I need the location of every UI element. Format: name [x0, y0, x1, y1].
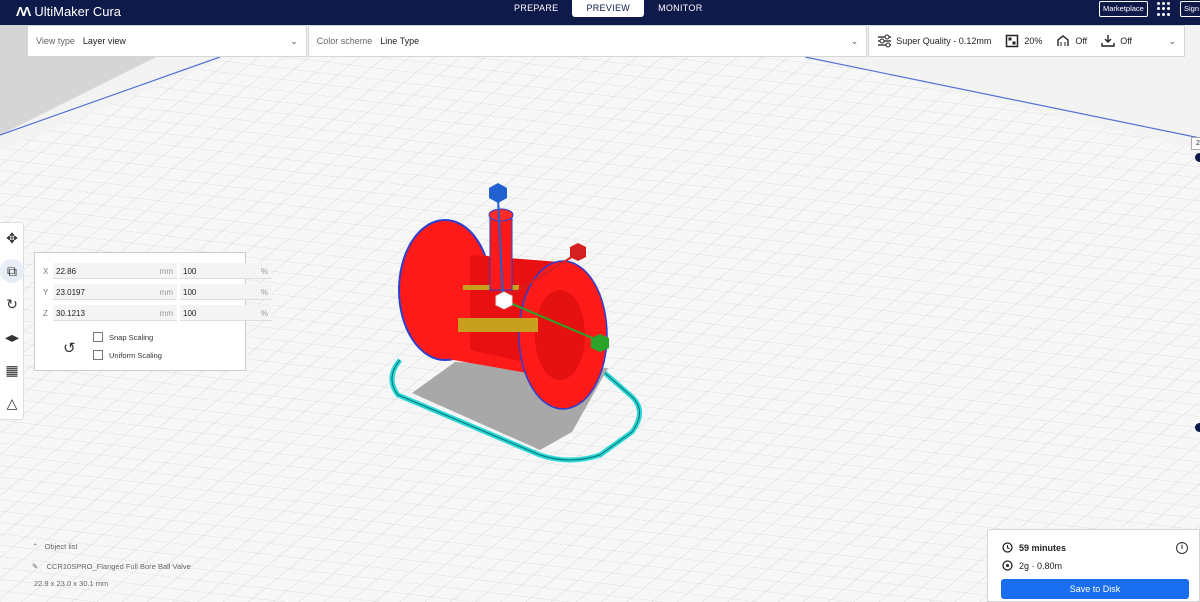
quality-setting[interactable]: Super Quality - 0.12mm: [877, 34, 991, 48]
chevron-up-icon: ⌃: [32, 542, 39, 551]
stage-tabs: PREPARE PREVIEW MONITOR: [500, 0, 717, 25]
y-mm-input[interactable]: 23.0197 mm: [53, 284, 177, 300]
z-percent-input[interactable]: 100 %: [180, 305, 272, 321]
material-row: 2g · 0.80m: [1002, 560, 1062, 571]
snap-scaling-checkbox[interactable]: Snap Scaling: [93, 332, 153, 342]
apps-grid-icon[interactable]: [1157, 2, 1171, 16]
support-icon: [1057, 35, 1070, 46]
sign-in-button[interactable]: Sign in: [1180, 1, 1200, 17]
support-value: Off: [1075, 36, 1088, 46]
checkbox-icon[interactable]: [93, 332, 103, 342]
scale-tool-panel: X 22.86 mm 100 % Y 23.0197 mm 100 % Z 30…: [34, 252, 272, 371]
settings-sliders-icon: [878, 34, 892, 48]
print-settings-panel[interactable]: Super Quality - 0.12mm 20% Off Off ⌄: [868, 25, 1186, 57]
support-blocker-icon[interactable]: △: [0, 391, 24, 415]
pencil-icon[interactable]: ✎: [32, 562, 38, 571]
move-tool-icon[interactable]: ✥: [0, 226, 24, 250]
app-title: UltiMaker Cura: [34, 4, 122, 19]
object-list-toggle[interactable]: ⌃ Object list: [32, 542, 78, 551]
mirror-tool-icon[interactable]: ◂▸: [0, 325, 24, 349]
axis-label: Z: [43, 309, 48, 318]
object-list-header: Object list: [44, 542, 78, 551]
support-setting[interactable]: Off: [1056, 34, 1087, 48]
save-to-disk-button[interactable]: Save to Disk: [1001, 579, 1189, 599]
uniform-scaling-checkbox[interactable]: Uniform Scaling: [93, 350, 162, 360]
rotate-tool-icon[interactable]: ↻: [0, 292, 24, 316]
adhesion-setting[interactable]: Off: [1101, 34, 1132, 48]
uniform-scaling-label: Uniform Scaling: [109, 350, 162, 360]
tool-sidebar: ✥ ⧉ ↻ ◂▸ ▦ △: [0, 222, 24, 420]
color-scheme-dropdown[interactable]: Color scheme Line Type ⌄: [307, 25, 868, 57]
scale-row-y: Y 23.0197 mm 100 %: [35, 284, 272, 300]
chevron-down-icon: ⌄: [290, 36, 298, 46]
infill-value: 20%: [1024, 36, 1043, 46]
material-usage: 2g · 0.80m: [1019, 560, 1063, 571]
scale-tool-icon[interactable]: ⧉: [0, 259, 24, 283]
clock-icon: [1002, 542, 1013, 553]
quality-value: Super Quality - 0.12mm: [896, 36, 992, 46]
uniform-scale-handle: [495, 291, 513, 310]
tab-prepare[interactable]: PREPARE: [500, 0, 572, 17]
per-model-settings-icon[interactable]: ▦: [0, 358, 24, 382]
settings-bar: View type Layer view ⌄ Color scheme Line…: [27, 25, 1186, 57]
color-scheme-value: Line Type: [380, 36, 420, 46]
layer-slider-top-handle[interactable]: [1195, 153, 1200, 162]
print-summary-panel: 59 minutes i 2g · 0.80m Save to Disk: [987, 529, 1200, 602]
tab-monitor[interactable]: MONITOR: [644, 0, 716, 17]
scale-row-z: Z 30.1213 mm 100 %: [35, 305, 272, 321]
snap-scaling-label: Snap Scaling: [109, 332, 154, 342]
x-percent-input[interactable]: 100 %: [180, 263, 272, 279]
reset-scale-icon[interactable]: ↺: [63, 339, 76, 357]
print-time: 59 minutes: [1019, 542, 1067, 553]
top-header-bar: ΛΛ UltiMaker Cura PREPARE PREVIEW MONITO…: [0, 0, 1200, 25]
z-mm-input[interactable]: 30.1213 mm: [53, 305, 177, 321]
chevron-down-icon[interactable]: ⌄: [1168, 36, 1176, 47]
object-name-row[interactable]: ✎ CCR10SPRO_Flanged Full Bore Ball Valve: [32, 562, 191, 571]
app-logo: ΛΛ UltiMaker Cura: [16, 4, 121, 19]
tab-preview[interactable]: PREVIEW: [572, 0, 645, 17]
layer-slider-bottom-handle[interactable]: [1195, 423, 1200, 432]
axis-label: X: [43, 267, 49, 276]
info-icon[interactable]: i: [1176, 542, 1188, 554]
filament-spool-icon: [1002, 560, 1013, 571]
axis-label: Y: [43, 288, 49, 297]
x-mm-input[interactable]: 22.86 mm: [53, 263, 177, 279]
scale-row-x: X 22.86 mm 100 %: [35, 263, 272, 279]
infill-icon: [1006, 34, 1019, 48]
y-percent-input[interactable]: 100 %: [180, 284, 272, 300]
color-scheme-label: Color scheme: [316, 36, 373, 46]
ultimaker-logo-icon: ΛΛ: [16, 4, 31, 19]
checkbox-icon[interactable]: [93, 350, 103, 360]
adhesion-icon: [1101, 35, 1115, 47]
view-type-value: Layer view: [82, 36, 126, 46]
view-type-label: View type: [36, 36, 75, 46]
print-time-row: 59 minutes: [1002, 542, 1066, 553]
chevron-down-icon: ⌄: [850, 36, 859, 46]
view-type-dropdown[interactable]: View type Layer view ⌄: [27, 25, 307, 57]
infill-setting[interactable]: 20%: [1005, 34, 1042, 48]
layer-number-label[interactable]: 2: [1191, 137, 1200, 150]
marketplace-button[interactable]: Marketplace: [1099, 1, 1148, 17]
adhesion-value: Off: [1120, 36, 1133, 46]
object-dimensions: 22.9 x 23.0 x 30.1 mm: [34, 579, 109, 588]
object-name: CCR10SPRO_Flanged Full Bore Ball Valve: [46, 562, 191, 571]
